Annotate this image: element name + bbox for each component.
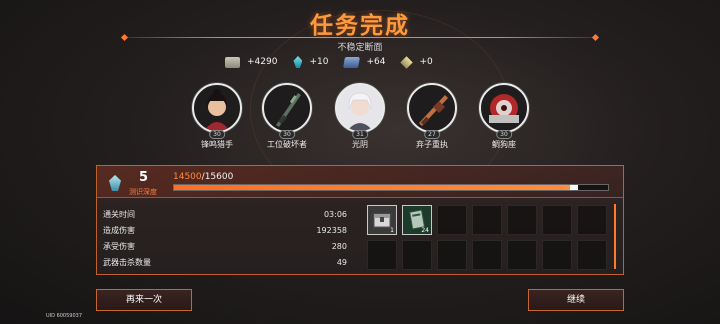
empty-slot	[577, 240, 607, 270]
character-name: 光阴	[352, 140, 368, 149]
empty-slot	[367, 240, 397, 270]
stat-value: 03:06	[323, 209, 347, 219]
title-divider	[125, 37, 595, 38]
stat-value: 280	[331, 241, 347, 251]
exp-current: 14500	[173, 172, 202, 182]
reward-value: +10	[309, 57, 329, 67]
mech-portrait	[489, 94, 519, 123]
level-badge: 30	[209, 130, 225, 139]
empty-slot	[472, 240, 502, 270]
empty-slot	[402, 240, 432, 270]
stat-row: 武器击杀数量 49	[103, 254, 347, 270]
depth-value: 5	[139, 170, 149, 185]
depth-indicator: 5 测识深度	[105, 170, 165, 196]
exp-progress-bar	[173, 184, 609, 191]
stage-name: 不稳定断面	[337, 43, 383, 53]
item-count: 24	[421, 227, 429, 234]
character-avatar[interactable]	[335, 83, 385, 133]
page-title: 任务完成	[310, 13, 410, 39]
stat-row: 造成伤害 192358	[103, 222, 347, 238]
stat-row: 承受伤害 280	[103, 238, 347, 254]
empty-slot	[437, 240, 467, 270]
empty-slot	[507, 205, 537, 235]
reward-cube: +0	[400, 55, 433, 69]
depth-crystal-icon	[109, 175, 121, 191]
item-count: 1	[390, 227, 394, 234]
continue-button[interactable]: 继续	[528, 289, 624, 311]
empty-slot	[507, 240, 537, 270]
depth-progress-header: 5 测识深度 14500/15600	[97, 166, 623, 198]
character-avatar[interactable]	[479, 83, 529, 133]
character-card[interactable]: 30 鲷狗座	[472, 83, 536, 150]
character-name: 锋鸣猎手	[201, 140, 233, 149]
empty-slot	[577, 205, 607, 235]
stat-row: 通关时间 03:06	[103, 206, 347, 222]
empty-slot	[437, 205, 467, 235]
money-icon	[225, 56, 240, 68]
stat-value: 192358	[316, 225, 347, 235]
reward-value: +64	[366, 57, 386, 67]
reward-value: +4290	[247, 57, 278, 67]
loot-scrollbar[interactable]	[614, 204, 616, 269]
reward-chip: +64	[343, 55, 386, 69]
stat-label: 承受伤害	[103, 241, 135, 251]
cube-icon	[400, 55, 414, 69]
reward-money: +4290	[225, 55, 277, 69]
stat-label: 武器击杀数量	[103, 257, 151, 267]
empty-slot	[542, 240, 572, 270]
character-name: 鲷狗座	[492, 140, 516, 149]
reward-crystal: +10	[293, 55, 328, 69]
stats-list: 通关时间 03:06 造成伤害 192358 承受伤害 280 武器击杀数量 4…	[103, 206, 347, 270]
result-panel: 5 测识深度 14500/15600 通关时间 03:06 造成伤害 19235…	[96, 165, 624, 275]
retry-button[interactable]: 再来一次	[96, 289, 192, 311]
exp-max: 15600	[204, 172, 234, 182]
character-portrait	[347, 92, 373, 131]
stat-label: 通关时间	[103, 209, 135, 219]
exp-readout: 14500/15600	[173, 172, 233, 182]
character-card[interactable]: 27 弃子重执	[400, 83, 464, 150]
character-card[interactable]: 30 工位破坏者	[255, 83, 319, 150]
crystal-icon	[293, 56, 303, 68]
stat-value: 49	[336, 257, 347, 267]
exp-progress-fill	[174, 185, 578, 190]
character-card[interactable]: 30 锋鸣猎手	[185, 83, 249, 150]
user-id: UID 60059037	[46, 313, 83, 319]
loot-item[interactable]: 24	[402, 205, 432, 235]
level-badge: 30	[279, 130, 295, 139]
level-badge: 30	[496, 130, 512, 139]
character-portrait	[204, 89, 230, 131]
empty-slot	[542, 205, 572, 235]
level-badge: 27	[424, 130, 440, 139]
rewards-row: +4290 +10 +64 +0	[225, 55, 449, 69]
character-avatar[interactable]	[192, 83, 242, 133]
weapon-portrait	[276, 93, 301, 127]
character-name: 工位破坏者	[267, 140, 307, 149]
chip-icon	[343, 56, 361, 68]
reward-value: +0	[419, 57, 433, 67]
empty-slot	[472, 205, 502, 235]
character-card[interactable]: 31 光阴	[328, 83, 392, 150]
stat-label: 造成伤害	[103, 225, 135, 235]
depth-label: 测识深度	[129, 188, 157, 196]
character-avatar[interactable]	[262, 83, 312, 133]
loot-item[interactable]: 1	[367, 205, 397, 235]
character-name: 弃子重执	[416, 140, 448, 149]
level-badge: 31	[352, 130, 368, 139]
weapon-portrait	[419, 95, 448, 126]
character-avatar[interactable]	[407, 83, 457, 133]
